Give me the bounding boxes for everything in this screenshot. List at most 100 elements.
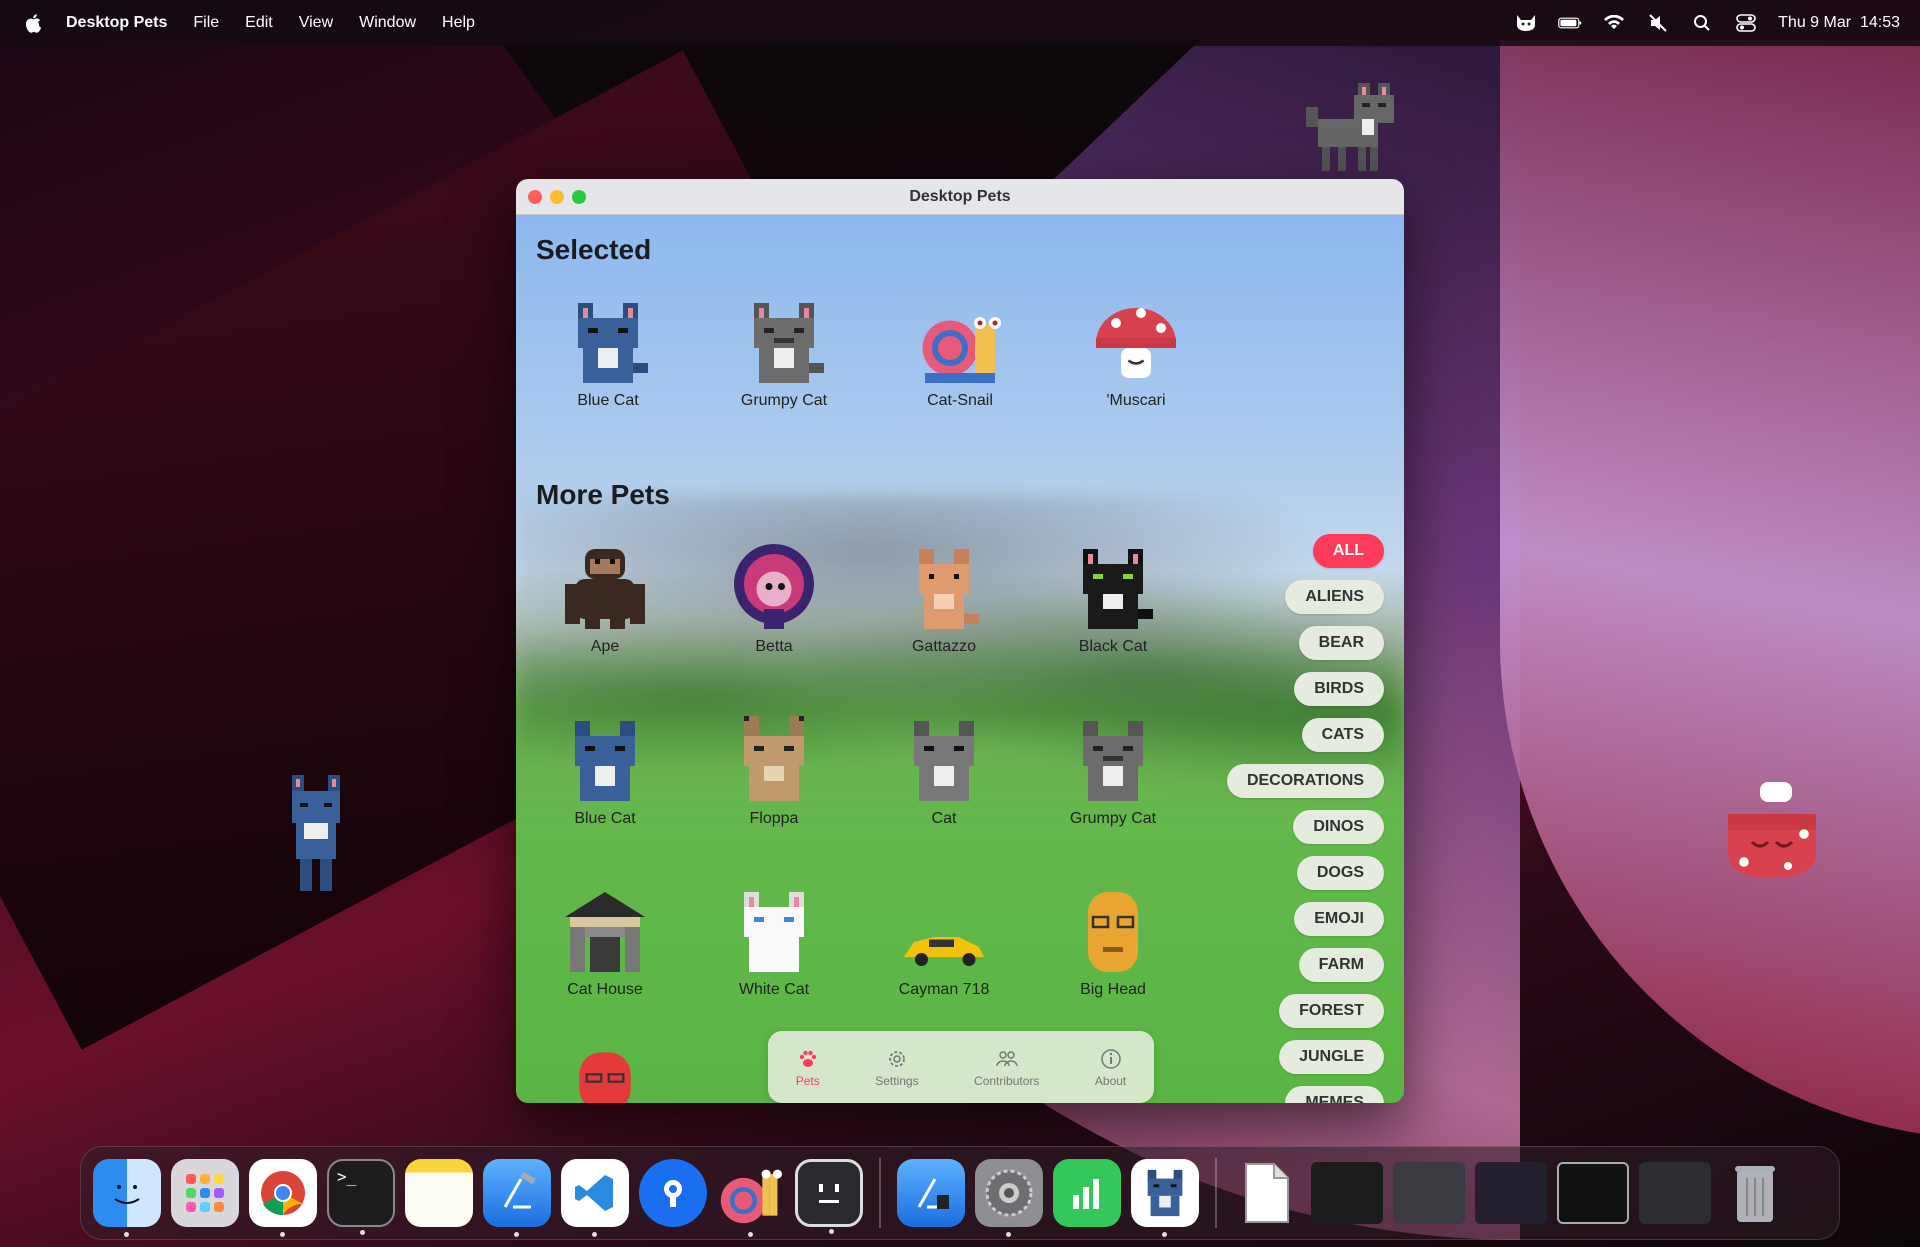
- search-icon[interactable]: [1690, 14, 1714, 32]
- pixel-app-icon[interactable]: [795, 1159, 863, 1234]
- close-button[interactable]: [528, 190, 542, 204]
- pet-name: Grumpy Cat: [740, 392, 828, 409]
- proxyman-icon[interactable]: [639, 1159, 707, 1227]
- tab-label: Pets: [795, 1073, 820, 1088]
- tab-label: About: [1094, 1073, 1127, 1088]
- selected-pet-blue-cat[interactable]: Blue Cat: [533, 298, 683, 410]
- minimize-button[interactable]: [550, 190, 564, 204]
- desktop-mushroom-sprite[interactable]: [1716, 778, 1828, 890]
- filter-birds[interactable]: BIRDS: [1294, 672, 1384, 706]
- filter-emoji[interactable]: EMOJI: [1294, 902, 1384, 936]
- menu-edit[interactable]: Edit: [245, 14, 273, 32]
- cat-status-icon[interactable]: [1514, 14, 1538, 32]
- grumpy-cat-icon: [1083, 721, 1143, 801]
- desktop-blue-cat-sprite[interactable]: [288, 775, 344, 891]
- window-thumbnail-chrome[interactable]: [1393, 1162, 1465, 1224]
- tab-contributors[interactable]: Contributors: [974, 1047, 1039, 1088]
- pet-name: Blue Cat: [574, 810, 636, 827]
- control-center-icon[interactable]: [1734, 14, 1758, 32]
- dock-separator: [1215, 1158, 1217, 1228]
- selected-pet-grumpy-cat[interactable]: Grumpy Cat: [709, 298, 859, 410]
- pet-cat-house[interactable]: Cat House: [530, 887, 680, 999]
- filter-bear[interactable]: BEAR: [1298, 626, 1384, 660]
- file-icon[interactable]: [1233, 1159, 1301, 1227]
- chrome-icon[interactable]: [249, 1159, 317, 1237]
- pet-name: Floppa: [749, 810, 799, 827]
- xcode-icon[interactable]: [483, 1159, 551, 1237]
- pet-name: Cat House: [567, 981, 643, 998]
- window-thumbnail-console[interactable]: [1557, 1162, 1629, 1224]
- filter-decorations[interactable]: DECORATIONS: [1226, 764, 1384, 798]
- pet-big-head[interactable]: Big Head: [1038, 887, 1188, 999]
- window-title: Desktop Pets: [909, 187, 1011, 205]
- red-head-icon: [579, 1052, 631, 1103]
- filter-all[interactable]: ALL: [1312, 534, 1384, 568]
- window-thumbnail-xcode[interactable]: [1639, 1162, 1711, 1224]
- selected-pet-cat-snail[interactable]: Cat-Snail: [885, 298, 1035, 410]
- menu-help[interactable]: Help: [442, 14, 475, 32]
- menu-app-name[interactable]: Desktop Pets: [66, 14, 167, 32]
- terminal-icon[interactable]: >_: [327, 1159, 395, 1235]
- battery-icon[interactable]: [1558, 14, 1582, 32]
- desktop-pets-icon[interactable]: [1131, 1159, 1199, 1237]
- filter-dogs[interactable]: DOGS: [1296, 856, 1384, 890]
- title-bar[interactable]: Desktop Pets: [516, 179, 1404, 215]
- zoom-button[interactable]: [572, 190, 586, 204]
- floppa-icon: [744, 716, 804, 801]
- filter-memes[interactable]: MEMES: [1285, 1086, 1384, 1103]
- tab-about[interactable]: About: [1095, 1047, 1126, 1088]
- filter-farm[interactable]: FARM: [1298, 948, 1384, 982]
- pet-black-cat[interactable]: Black Cat: [1038, 544, 1188, 656]
- pet-name: Betta: [755, 638, 793, 655]
- selected-pet-muscari[interactable]: 'Muscari: [1061, 298, 1211, 410]
- menu-file[interactable]: File: [193, 14, 219, 32]
- info-icon: [1100, 1048, 1121, 1069]
- mute-icon[interactable]: [1646, 14, 1670, 32]
- cat-snail-icon: [922, 317, 1001, 383]
- pet-white-cat[interactable]: White Cat: [699, 887, 849, 999]
- vscode-icon[interactable]: [561, 1159, 629, 1237]
- tab-bar: Pets Settings Contributors About: [768, 1031, 1154, 1103]
- trash-icon[interactable]: [1721, 1159, 1789, 1227]
- apple-icon[interactable]: [24, 12, 44, 34]
- notes-icon[interactable]: [405, 1159, 473, 1227]
- tab-settings[interactable]: Settings: [875, 1047, 919, 1088]
- filter-dinos[interactable]: DINOS: [1293, 810, 1384, 844]
- desktop-grumpy-cat-sprite[interactable]: [1302, 75, 1394, 175]
- pet-name: Grumpy Cat: [1069, 810, 1157, 827]
- menu-view[interactable]: View: [299, 14, 333, 32]
- filter-jungle[interactable]: JUNGLE: [1279, 1040, 1384, 1074]
- gray-cat-icon: [914, 721, 974, 801]
- finder-icon[interactable]: [93, 1159, 161, 1237]
- pet-betta[interactable]: Betta: [699, 544, 849, 656]
- window-thumbnail-terminal[interactable]: [1311, 1162, 1383, 1224]
- clock[interactable]: Thu 9 Mar 14:53: [1778, 14, 1900, 32]
- pet-cayman-718[interactable]: Cayman 718: [869, 887, 1019, 999]
- black-cat-icon: [1083, 549, 1153, 629]
- cat-snail-app-icon[interactable]: [717, 1159, 785, 1237]
- pet-name: Black Cat: [1078, 638, 1148, 655]
- pet-ape[interactable]: Ape: [530, 544, 680, 656]
- launchpad-icon[interactable]: [171, 1159, 239, 1227]
- tab-pets[interactable]: Pets: [796, 1047, 820, 1088]
- big-head-icon: [1088, 892, 1138, 972]
- blue-cat-icon: [578, 303, 648, 383]
- system-settings-icon[interactable]: [975, 1159, 1043, 1237]
- numbers-icon[interactable]: [1053, 1159, 1121, 1227]
- pet-floppa[interactable]: Floppa: [699, 716, 849, 828]
- pet-name: Cat: [931, 810, 957, 827]
- pet-gattazzo[interactable]: Gattazzo: [869, 544, 1019, 656]
- menu-window[interactable]: Window: [359, 14, 416, 32]
- pet-blue-cat[interactable]: Blue Cat: [530, 716, 680, 828]
- people-icon: [995, 1050, 1018, 1066]
- filter-aliens[interactable]: ALIENS: [1285, 580, 1384, 614]
- xcode-instruments-icon[interactable]: [897, 1159, 965, 1227]
- window-thumbnail-teams[interactable]: [1475, 1162, 1547, 1224]
- filter-forest[interactable]: FOREST: [1279, 994, 1384, 1028]
- betta-icon: [734, 544, 814, 629]
- filter-cats[interactable]: CATS: [1301, 718, 1384, 752]
- pet-cat[interactable]: Cat: [869, 716, 1019, 828]
- pet-grumpy-cat[interactable]: Grumpy Cat: [1038, 716, 1188, 828]
- grumpy-cat-icon: [754, 303, 824, 383]
- wifi-icon[interactable]: [1602, 14, 1626, 32]
